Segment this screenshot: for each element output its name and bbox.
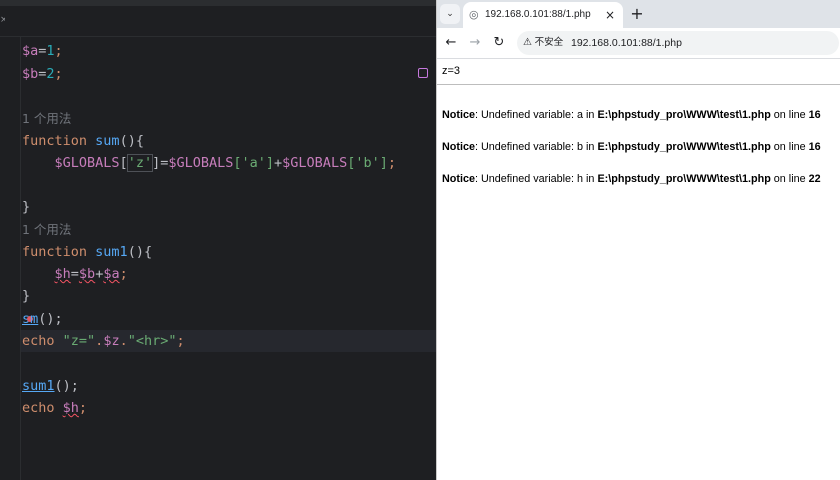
notice-line: 22 (808, 173, 821, 185)
tab-close-icon[interactable]: × (605, 2, 615, 28)
notice-text: on line (770, 173, 809, 185)
notice-path: E:\phpstudy_pro\WWW\test\1.php (597, 109, 771, 121)
code-token: + (274, 155, 283, 171)
tab-title: 192.168.0.101:88/1.php (485, 9, 591, 20)
security-label: 不安全 (534, 37, 564, 48)
back-arrow-icon[interactable]: ← (441, 33, 461, 53)
usage-hint[interactable]: 1 个用法 (22, 219, 71, 241)
new-tab-plus-icon[interactable]: + (627, 4, 647, 24)
code-line-12[interactable]: sm(); (22, 308, 63, 330)
code-line-15[interactable]: sum1(); (22, 375, 79, 397)
code-token: = (70, 266, 79, 282)
notice-message: Notice: Undefined variable: a in E:\phps… (442, 109, 821, 121)
code-token: sum (95, 133, 120, 149)
php-file-icon[interactable] (418, 68, 428, 78)
code-token: ; (54, 43, 63, 59)
notice-text: on line (770, 109, 809, 121)
reload-icon[interactable]: ↻ (489, 33, 509, 53)
notice-text: : Undefined variable: h in (475, 173, 598, 185)
notice-label: Notice (442, 141, 475, 153)
code-token: (){ (127, 244, 153, 260)
code-line-1[interactable]: $a=1; (22, 40, 63, 62)
code-token: $a (22, 43, 39, 59)
code-token: sum1 (22, 378, 55, 394)
code-token: . (119, 333, 128, 349)
code-token: $h (62, 400, 79, 416)
code-token: $GLOBALS (168, 155, 234, 171)
code-line-16[interactable]: echo $h; (22, 397, 87, 419)
code-line-4[interactable]: function sum(){ (22, 130, 144, 152)
code-token: (){ (119, 133, 144, 149)
notice-label: Notice (442, 109, 475, 121)
code-token: (); (38, 311, 63, 327)
usage-hint[interactable]: 1 个用法 (22, 108, 71, 130)
editor-tab-bar: × (0, 6, 436, 37)
notice-message: Notice: Undefined variable: h in E:\phps… (442, 173, 821, 185)
security-chip[interactable]: ⚠ 不安全 (523, 31, 563, 55)
code-token: 2 (46, 66, 55, 82)
echo-output: z=3 (442, 65, 461, 77)
code-token: (); (54, 378, 79, 394)
forward-arrow-icon[interactable]: → (465, 33, 485, 53)
code-token: ; (54, 66, 63, 82)
code-token: 'z' (126, 154, 154, 172)
notice-line: 16 (808, 141, 821, 153)
notice-text: : Undefined variable: a in (475, 109, 598, 121)
tab-strip: ⌄ ◎ 192.168.0.101:88/1.php × + (437, 0, 840, 28)
notice-text: on line (770, 141, 809, 153)
code-token: ['a'] (233, 155, 275, 171)
code-editor[interactable]: × $a=1; $b=2; 1 个用法 function sum(){ $GLO… (0, 0, 436, 480)
code-token: "<hr>" (127, 333, 177, 349)
code-token: $b (78, 266, 96, 282)
code-token: ; (78, 400, 88, 416)
code-token: 1 (46, 43, 55, 59)
notice-message: Notice: Undefined variable: b in E:\phps… (442, 141, 821, 153)
notice-path: E:\phpstudy_pro\WWW\test\1.php (597, 173, 771, 185)
code-token: "z=" (62, 333, 96, 349)
code-token: $h (54, 266, 71, 282)
notice-label: Notice (442, 173, 475, 185)
browser-toolbar: ← → ↻ ⚠ 不安全 192.168.0.101:88/1.php (437, 28, 840, 59)
url-text[interactable]: 192.168.0.101:88/1.php (571, 31, 682, 55)
code-token: $z (103, 333, 120, 349)
code-token: ; (176, 333, 185, 349)
line-gutter[interactable] (0, 37, 21, 480)
notice-path: E:\phpstudy_pro\WWW\test\1.php (597, 141, 771, 153)
code-token: ['b'] (347, 155, 388, 171)
notice-line: 16 (808, 109, 821, 121)
code-token: $GLOBALS (282, 155, 348, 171)
code-token: function (22, 133, 88, 149)
page-content: z=3 Notice: Undefined variable: a in E:\… (437, 59, 840, 480)
code-line-2[interactable]: $b=2; (22, 63, 63, 85)
code-token: $a (103, 266, 120, 282)
code-line-9[interactable]: function sum1(){ (22, 241, 152, 263)
notice-text: : Undefined variable: b in (475, 141, 598, 153)
code-line-7[interactable]: } (22, 196, 30, 218)
code-token: sum1 (95, 244, 128, 260)
warning-icon: ⚠ (523, 37, 532, 48)
code-token: echo (22, 333, 55, 349)
code-token: $GLOBALS (54, 155, 120, 171)
code-token: function (22, 244, 88, 260)
editor-tab-close-icon[interactable]: × (0, 14, 5, 26)
code-line-13[interactable]: echo "z=".$z."<hr>"; (22, 330, 185, 352)
code-token: ; (387, 155, 396, 171)
address-bar[interactable]: ⚠ 不安全 192.168.0.101:88/1.php (517, 31, 839, 55)
browser-window: ⌄ ◎ 192.168.0.101:88/1.php × + ← → ↻ ⚠ 不… (436, 0, 840, 480)
browser-tab[interactable]: ◎ 192.168.0.101:88/1.php × (463, 2, 623, 28)
code-token: [ (119, 155, 128, 171)
code-line-11[interactable]: } (22, 285, 30, 307)
code-token: ] (152, 155, 161, 171)
globe-icon: ◎ (469, 8, 479, 21)
code-token: $b (22, 66, 39, 82)
tab-search-chevron-down-icon[interactable]: ⌄ (440, 4, 460, 24)
code-token: ; (119, 266, 128, 282)
code-line-5[interactable]: $GLOBALS['z']=$GLOBALS['a']+$GLOBALS['b'… (22, 152, 396, 174)
horizontal-rule (437, 84, 840, 85)
code-token: echo (22, 400, 55, 416)
code-line-10[interactable]: $h=$b+$a; (22, 263, 128, 285)
